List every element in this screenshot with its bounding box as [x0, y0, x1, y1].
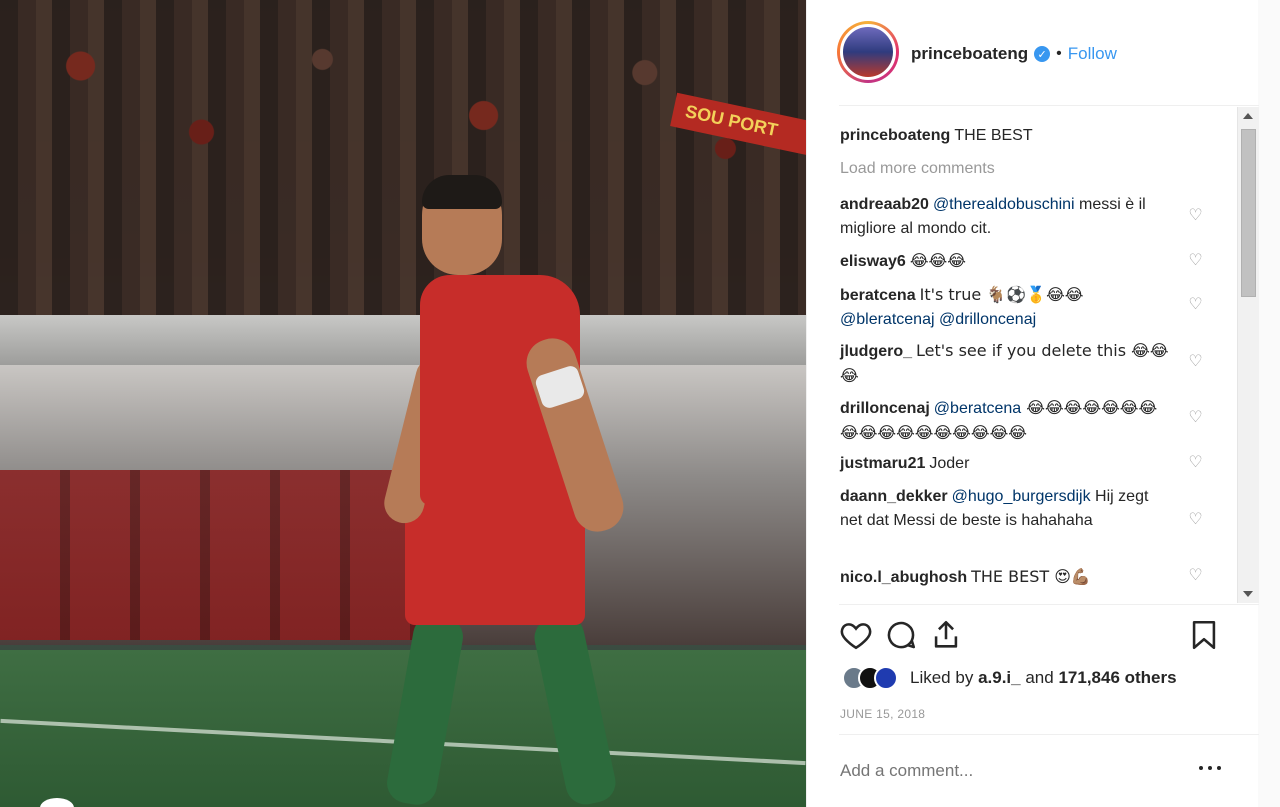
profile-avatar[interactable]: [837, 21, 899, 83]
comment-text: It's true 🐐⚽🥇😂😂: [919, 285, 1084, 304]
comment-username[interactable]: drilloncenaj: [840, 400, 930, 417]
comment-text: Joder: [929, 455, 970, 472]
comment-icon[interactable]: [884, 618, 918, 652]
comment-text: 😂😂😂: [909, 251, 966, 270]
comment-item: beratcena It's true 🐐⚽🥇😂😂 @bleratcenaj @d…: [840, 283, 1170, 332]
comment-like-heart-icon[interactable]: ♡: [1187, 568, 1204, 585]
caption-username[interactable]: princeboateng: [840, 127, 950, 144]
likes-text: Liked by a.9.i_ and 171,846 others: [910, 668, 1177, 688]
likes-summary: Liked by a.9.i_ and 171,846 others: [842, 664, 1177, 692]
comment-like-heart-icon[interactable]: ♡: [1187, 455, 1204, 472]
comment-like-heart-icon[interactable]: ♡: [1187, 297, 1204, 314]
liker-avatar[interactable]: [874, 666, 898, 690]
scroll-up-icon[interactable]: [1243, 113, 1253, 119]
more-dot: [1217, 766, 1221, 770]
username-row: princeboateng ✓ • Follow: [911, 42, 1117, 66]
scrollbar-thumb[interactable]: [1241, 129, 1256, 297]
post-actions: [839, 618, 1224, 658]
scroll-down-icon[interactable]: [1243, 591, 1253, 597]
comments-scrollbar[interactable]: [1237, 107, 1259, 603]
comment-username[interactable]: andreaab20: [840, 196, 929, 213]
post-date[interactable]: JUNE 15, 2018: [840, 707, 925, 721]
username-link[interactable]: princeboateng: [911, 44, 1028, 64]
add-comment-input[interactable]: [840, 760, 1160, 782]
comment-item: justmaru21 Joder: [840, 452, 1170, 476]
follow-button[interactable]: Follow: [1068, 44, 1117, 64]
comment-item: nico.l_abughosh THE BEST 😍💪🏽: [840, 565, 1170, 590]
more-dot: [1208, 766, 1212, 770]
verified-icon: ✓: [1034, 46, 1051, 62]
comment-mention[interactable]: @bleratcenaj @drilloncenaj: [840, 311, 1036, 328]
comment-item: drilloncenaj @beratcena 😂😂😂😂😂😂😂😂😂😂😂😂😂😂😂😂😂: [840, 396, 1170, 446]
comment-item: elisway6 😂😂😂: [840, 249, 1170, 274]
comments-section: princeboateng THE BEST Load more comment…: [807, 107, 1259, 603]
share-icon[interactable]: [929, 618, 963, 652]
player-leg-right: [530, 611, 620, 807]
more-dot: [1199, 766, 1203, 770]
comment-item: jludgero_ Let's see if you delete this 😂😂…: [840, 339, 1170, 389]
comment-username[interactable]: jludgero_: [840, 343, 912, 360]
more-options-icon[interactable]: [1199, 766, 1221, 776]
likes-count[interactable]: 171,846 others: [1058, 668, 1176, 687]
post-photo: SOU PORT: [0, 0, 806, 807]
comment-like-heart-icon[interactable]: ♡: [1187, 410, 1204, 427]
heart-icon[interactable]: [839, 618, 873, 652]
comment-mention[interactable]: @therealdobuschini: [933, 196, 1075, 213]
player-shorts: [405, 495, 585, 625]
comment-like-heart-icon[interactable]: ♡: [1187, 253, 1204, 270]
comment-username[interactable]: beratcena: [840, 287, 916, 304]
player-hair: [422, 175, 502, 209]
post-caption: princeboateng THE BEST: [840, 125, 1200, 147]
comment-username[interactable]: nico.l_abughosh: [840, 569, 967, 586]
comment-text: THE BEST 😍💪🏽: [971, 567, 1091, 586]
comment-item: andreaab20 @therealdobuschini messi è il …: [840, 193, 1170, 241]
liker-username[interactable]: a.9.i_: [978, 668, 1021, 687]
header-divider: [839, 105, 1259, 106]
actions-divider: [839, 604, 1259, 605]
comment-username[interactable]: elisway6: [840, 253, 906, 270]
liker-avatars: [842, 666, 898, 690]
comment-username[interactable]: justmaru21: [840, 455, 925, 472]
post-panel: princeboateng ✓ • Follow princeboateng T…: [806, 0, 1259, 807]
likes-and-label: and: [1025, 668, 1054, 687]
player-leg-left: [383, 612, 467, 807]
comment-mention[interactable]: @beratcena: [934, 400, 1021, 417]
post-header: princeboateng ✓ • Follow: [807, 0, 1259, 106]
avatar-image: [840, 24, 896, 80]
dugout-seats: [0, 470, 430, 640]
comment-like-heart-icon[interactable]: ♡: [1187, 208, 1204, 225]
bookmark-icon[interactable]: [1187, 618, 1221, 652]
player-figure: [380, 175, 670, 807]
comment-mention[interactable]: @hugo_burgersdijk: [952, 488, 1091, 505]
load-more-comments[interactable]: Load more comments: [840, 160, 995, 178]
comment-username[interactable]: daann_dekker: [840, 488, 948, 505]
comment-item: daann_dekker @hugo_burgersdijk Hij zegt n…: [840, 485, 1170, 533]
comment-like-heart-icon[interactable]: ♡: [1187, 354, 1204, 371]
caption-text: THE BEST: [954, 127, 1033, 144]
liked-by-label: Liked by: [910, 668, 974, 687]
separator-dot: •: [1056, 45, 1062, 62]
comment-like-heart-icon[interactable]: ♡: [1187, 512, 1204, 529]
input-divider: [839, 734, 1259, 735]
